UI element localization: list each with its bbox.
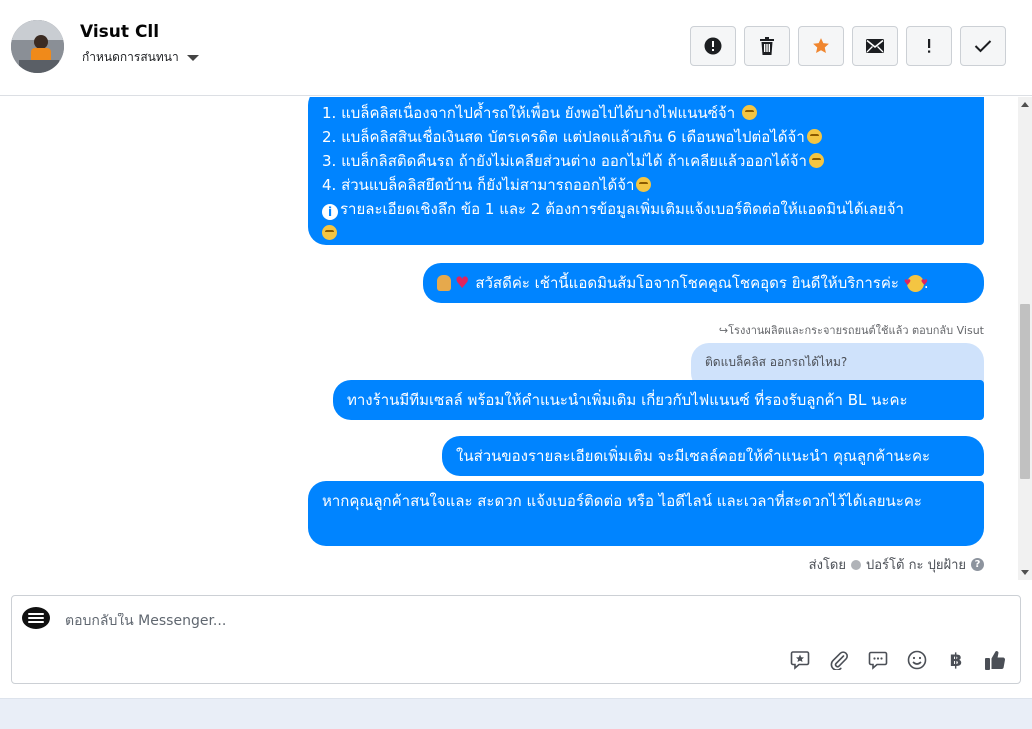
- thumbs-up-icon: [985, 651, 1006, 670]
- conversation-header: Visut Cll กำหนดการสนทนา: [0, 0, 1032, 96]
- emoji-icon: [808, 153, 824, 168]
- info-icon: i: [322, 204, 338, 220]
- reply-arrow-icon: ↪: [718, 324, 729, 337]
- important-button[interactable]: [906, 26, 952, 66]
- message-line: 4. ส่วนแบล็คลิสยึดบ้าน ก็ยังไม่สามารถออก…: [322, 173, 970, 197]
- exclamation-icon: [928, 39, 931, 53]
- help-icon[interactable]: ?: [971, 558, 984, 571]
- message-line: [322, 221, 970, 245]
- mark-unread-button[interactable]: [852, 26, 898, 66]
- quoted-message-text: ติดแบล็คลิส ออกรถได้ไหม?: [705, 355, 848, 369]
- header-actions: [690, 26, 1006, 66]
- like-button[interactable]: [984, 649, 1006, 671]
- page-logo-icon: [28, 617, 44, 619]
- message-composer: ฿: [11, 595, 1021, 684]
- message-text: 3. แบล็กลิสติดคืนรถ ถ้ายังไม่เคลียส่วนต่…: [322, 152, 807, 170]
- star-button[interactable]: [798, 26, 844, 66]
- emoji-button[interactable]: [906, 649, 928, 671]
- composer-toolbar: ฿: [789, 649, 1006, 671]
- chevron-down-icon: [186, 54, 199, 61]
- message-text: ทางร้านมีทีมเซลล์ พร้อมให้คำแนะนำเพิ่มเต…: [347, 391, 908, 409]
- contact-avatar[interactable]: [11, 20, 64, 73]
- reply-context-text: โรงงานผลิตและกระจายรถยนต์ใช้แล้ว ตอบกลับ…: [728, 324, 984, 337]
- message-bubble[interactable]: ♥ สวัสดีค่ะ เช้านี้แอดมินส้มโอจากโชคคูณโ…: [423, 263, 984, 303]
- assign-conversation-dropdown[interactable]: กำหนดการสนทนา: [82, 48, 199, 67]
- message-text: 2. แบล็คลิสสินเชื่อเงินสด บัตรเครดิต แต่…: [322, 128, 805, 146]
- delete-button[interactable]: [744, 26, 790, 66]
- message-bubble[interactable]: ในส่วนของรายละเอียดเพิ่มเติม จะมีเซลล์คอ…: [442, 436, 984, 476]
- emoji-icon: [907, 650, 927, 670]
- scrollbar-thumb[interactable]: [1020, 304, 1030, 479]
- scroll-up-arrow-icon[interactable]: [1021, 102, 1029, 107]
- emoji-icon: [636, 177, 652, 192]
- chat-bubble-icon: [868, 651, 888, 670]
- message-text: สวัสดีค่ะ เช้านี้แอดมินส้มโอจากโชคคูณโชค…: [475, 274, 899, 292]
- heart-icon: ♥: [455, 273, 470, 292]
- sent-by-info: ส่งโดย ปอร์โต้ กะ ปุยฝ้าย ?: [809, 554, 984, 575]
- message-bubble[interactable]: หากคุณลูกค้าสนใจและ สะดวก แจ้งเบอร์ติดต่…: [308, 481, 984, 546]
- attach-file-button[interactable]: [828, 649, 850, 671]
- checkmark-icon: [974, 40, 992, 53]
- reply-context: ↪โรงงานผลิตและกระจายรถยนต์ใช้แล้ว ตอบกลั…: [719, 321, 984, 339]
- contact-name[interactable]: Visut Cll: [80, 22, 159, 42]
- attachment-icon: [830, 651, 848, 670]
- message-bubble[interactable]: 1. แบล็คลิสเนื่องจากไปค้ำรถให้เพื่อน ยัง…: [308, 97, 984, 245]
- message-line: 2. แบล็คลิสสินเชื่อเงินสด บัตรเครดิต แต่…: [322, 125, 970, 149]
- praying-hands-icon: [437, 275, 451, 291]
- baht-icon: ฿: [949, 649, 963, 671]
- scroll-down-arrow-icon[interactable]: [1021, 570, 1029, 575]
- assign-conversation-label: กำหนดการสนทนา: [82, 50, 179, 64]
- message-text: ในส่วนของรายละเอียดเพิ่มเติม จะมีเซลล์คอ…: [456, 447, 931, 465]
- message-text: 4. ส่วนแบล็คลิสยึดบ้าน ก็ยังไม่สามารถออก…: [322, 176, 635, 194]
- emoji-icon: [741, 105, 757, 120]
- sender-avatar-icon: [851, 559, 861, 570]
- message-text: รายละเอียดเชิงลึก ข้อ 1 และ 2 ต้องการข้อ…: [340, 200, 904, 218]
- message-text: หากคุณลูกค้าสนใจและ สะดวก แจ้งเบอร์ติดต่…: [322, 492, 922, 510]
- saved-replies-button[interactable]: [789, 649, 811, 671]
- message-list[interactable]: 1. แบล็คลิสเนื่องจากไปค้ำรถให้เพื่อน ยัง…: [0, 97, 1032, 580]
- alert-circle-icon: [704, 37, 722, 55]
- trash-icon: [760, 37, 774, 55]
- message-line: 3. แบล็กลิสติดคืนรถ ถ้ายังไม่เคลียส่วนต่…: [322, 149, 970, 173]
- smiling-face-with-hearts-icon: [904, 271, 928, 295]
- sender-name: ปอร์โต้ กะ ปุยฝ้าย: [866, 558, 966, 573]
- message-line: 1. แบล็คลิสเนื่องจากไปค้ำรถให้เพื่อน ยัง…: [322, 101, 970, 125]
- payment-button[interactable]: ฿: [945, 649, 967, 671]
- emoji-icon: [806, 129, 822, 144]
- page-avatar: [22, 607, 50, 629]
- sent-by-label: ส่งโดย: [808, 558, 846, 573]
- emoji-icon: [322, 225, 337, 240]
- done-button[interactable]: [960, 26, 1006, 66]
- reply-input[interactable]: [65, 613, 965, 629]
- avatar-photo: [11, 20, 64, 73]
- chat-scrollbar[interactable]: [1018, 97, 1032, 580]
- saved-reply-icon: [790, 651, 810, 670]
- quick-reply-button[interactable]: [867, 649, 889, 671]
- message-text: 1. แบล็คลิสเนื่องจากไปค้ำรถให้เพื่อน ยัง…: [322, 104, 736, 122]
- message-line: i รายละเอียดเชิงลึก ข้อ 1 และ 2 ต้องการข้…: [322, 197, 970, 221]
- envelope-icon: [866, 39, 884, 53]
- footer-band: [0, 698, 1032, 729]
- message-bubble[interactable]: ทางร้านมีทีมเซลล์ พร้อมให้คำแนะนำเพิ่มเต…: [333, 380, 984, 420]
- report-button[interactable]: [690, 26, 736, 66]
- star-icon: [813, 38, 829, 53]
